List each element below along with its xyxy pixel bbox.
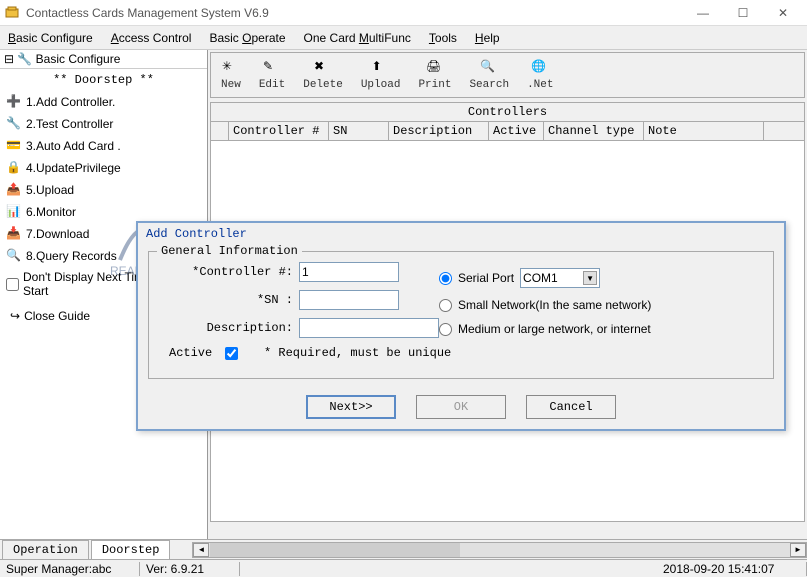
delete-icon: ✖	[314, 59, 332, 77]
upload-icon: ⬆	[372, 59, 390, 77]
dialog-button-row: Next>> OK Cancel	[138, 385, 784, 429]
table-header-row: Controller #SNDescriptionActiveChannel t…	[211, 122, 804, 141]
menu-basic-configure[interactable]: Basic Configure	[8, 31, 93, 45]
active-checkbox[interactable]	[225, 347, 238, 360]
col-sn[interactable]: SN	[329, 122, 389, 140]
app-icon	[4, 5, 20, 21]
col-note[interactable]: Note	[644, 122, 764, 140]
scroll-right-button[interactable]: ►	[790, 543, 806, 557]
sidebar-subheader: ** Doorstep **	[0, 69, 207, 91]
sidebar-icon: 💳	[6, 138, 22, 154]
sidebar-icon: 📊	[6, 204, 22, 220]
scroll-thumb[interactable]	[210, 543, 460, 557]
scroll-left-button[interactable]: ◄	[193, 543, 209, 557]
row-marker-col	[211, 122, 229, 140]
toolbar-upload[interactable]: ⬆Upload	[355, 57, 407, 93]
desc-label: Description:	[159, 321, 299, 335]
small-network-radio[interactable]	[439, 299, 452, 312]
controller-input[interactable]	[299, 262, 399, 282]
no-display-check[interactable]	[6, 278, 19, 291]
print-icon: 🖨	[426, 59, 444, 77]
sidebar-item-3[interactable]: 💳3.Auto Add Card .	[0, 135, 207, 157]
tab-operation[interactable]: Operation	[2, 540, 89, 559]
search-icon: 🔍	[480, 59, 498, 77]
menu-bar: Basic Configure Access Control Basic Opera…	[0, 26, 807, 50]
col-description[interactable]: Description	[389, 122, 489, 140]
bottom-tabs: Operation Doorstep ◄ ►	[0, 539, 807, 559]
general-info-fieldset: General Information *Controller #: *SN :…	[148, 251, 774, 379]
status-user: Super Manager:abc	[0, 562, 140, 576]
toolbar-delete[interactable]: ✖Delete	[297, 57, 349, 93]
horizontal-scrollbar[interactable]: ◄ ►	[192, 542, 807, 558]
serial-radio[interactable]	[439, 272, 452, 285]
desc-input[interactable]	[299, 318, 439, 338]
sidebar-item-2[interactable]: 🔧2.Test Controller	[0, 113, 207, 135]
com-port-combo[interactable]: COM1 ▼	[520, 268, 600, 288]
close-button[interactable]: ✕	[763, 1, 803, 25]
toolbar-net[interactable]: 🌐.Net	[521, 57, 559, 93]
toolbar-new[interactable]: ✳New	[215, 57, 247, 93]
serial-radio-row[interactable]: Serial Port COM1 ▼	[439, 268, 651, 288]
sn-input[interactable]	[299, 290, 399, 310]
status-bar: Super Manager:abc Ver: 6.9.21 2018-09-20…	[0, 559, 807, 577]
required-note: * Required, must be unique	[264, 346, 451, 360]
active-row: Active * Required, must be unique	[159, 346, 763, 360]
sidebar-header: ⊟ 🔧 Basic Configure	[0, 50, 207, 69]
arrow-icon: ↪	[10, 309, 20, 323]
col-channel-type[interactable]: Channel type	[544, 122, 644, 140]
sidebar-item-6[interactable]: 📊6.Monitor	[0, 201, 207, 223]
add-controller-dialog: Add Controller General Information *Cont…	[136, 221, 786, 431]
status-datetime: 2018-09-20 15:41:07	[657, 562, 807, 576]
connection-radios: Serial Port COM1 ▼ Small Network(In the …	[439, 268, 651, 346]
menu-one-card-multifunc[interactable]: One Card MultiFunc	[304, 31, 411, 45]
sidebar-item-4[interactable]: 🔒4.UpdatePrivilege	[0, 157, 207, 179]
col-active[interactable]: Active	[489, 122, 544, 140]
sidebar-icon: 🔒	[6, 160, 22, 176]
sidebar-item-5[interactable]: 📤5.Upload	[0, 179, 207, 201]
toolbar-print[interactable]: 🖨Print	[412, 57, 457, 93]
table-title: Controllers	[211, 103, 804, 122]
toolbar: ✳New✎Edit✖Delete⬆Upload🖨Print🔍Search🌐.Ne…	[210, 52, 805, 98]
active-label: Active	[159, 346, 219, 360]
sidebar-item-1[interactable]: ➕1.Add Controller.	[0, 91, 207, 113]
.net-icon: 🌐	[531, 59, 549, 77]
menu-tools[interactable]: Tools	[429, 31, 457, 45]
new-icon: ✳	[222, 59, 240, 77]
next-button[interactable]: Next>>	[306, 395, 396, 419]
title-bar: Contactless Cards Management System V6.9…	[0, 0, 807, 26]
sidebar-icon: 🔧	[6, 116, 22, 132]
dialog-title: Add Controller	[138, 223, 784, 245]
minimize-button[interactable]: —	[683, 1, 723, 25]
sn-label: *SN :	[159, 293, 299, 307]
small-network-radio-row[interactable]: Small Network(In the same network)	[439, 298, 651, 312]
menu-help[interactable]: Help	[475, 31, 500, 45]
maximize-button[interactable]: ☐	[723, 1, 763, 25]
ok-button[interactable]: OK	[416, 395, 506, 419]
sidebar-icon: ➕	[6, 94, 22, 110]
medium-network-radio[interactable]	[439, 323, 452, 336]
edit-icon: ✎	[263, 59, 281, 77]
chevron-down-icon[interactable]: ▼	[583, 271, 597, 285]
toolbar-edit[interactable]: ✎Edit	[253, 57, 291, 93]
controller-label: *Controller #:	[159, 265, 299, 279]
medium-network-radio-row[interactable]: Medium or large network, or internet	[439, 322, 651, 336]
fieldset-legend: General Information	[157, 244, 302, 258]
sidebar-icon: 📥	[6, 226, 22, 242]
status-version: Ver: 6.9.21	[140, 562, 240, 576]
tab-doorstep[interactable]: Doorstep	[91, 540, 171, 559]
toolbar-search[interactable]: 🔍Search	[463, 57, 515, 93]
menu-basic-operate[interactable]: Basic Operate	[209, 31, 285, 45]
cancel-button[interactable]: Cancel	[526, 395, 616, 419]
menu-access-control[interactable]: Access Control	[111, 31, 192, 45]
window-title: Contactless Cards Management System V6.9	[26, 6, 683, 20]
sidebar-icon: 📤	[6, 182, 22, 198]
col-controller-[interactable]: Controller #	[229, 122, 329, 140]
sidebar-icon: 🔍	[6, 248, 22, 264]
